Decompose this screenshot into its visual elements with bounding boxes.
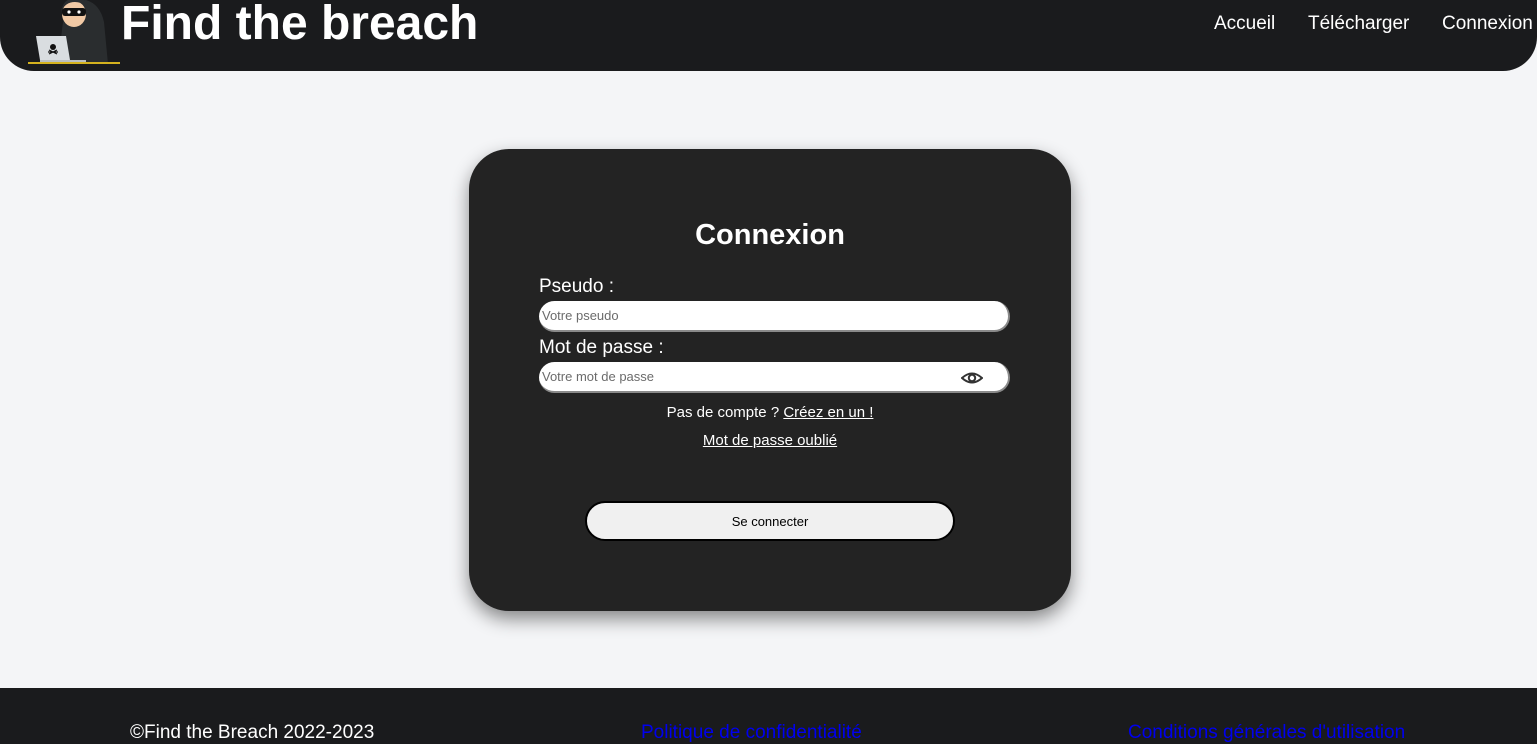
- terms-link[interactable]: Conditions générales d'utilisation: [1128, 722, 1405, 744]
- site-footer: ©Find the Breach 2022-2023 Politique de …: [0, 688, 1537, 744]
- password-input[interactable]: [539, 362, 1010, 393]
- privacy-policy-link[interactable]: Politique de confidentialité: [641, 722, 862, 744]
- hacker-logo[interactable]: [28, 0, 120, 64]
- eye-icon[interactable]: [961, 369, 983, 387]
- copyright-text: ©Find the Breach 2022-2023: [130, 722, 375, 743]
- forgot-password-line: Mot de passe oublié: [469, 432, 1071, 450]
- login-card: Connexion Pseudo : Mot de passe : Pas de…: [469, 149, 1071, 611]
- site-title: Find the breach: [121, 0, 479, 50]
- username-input[interactable]: [539, 301, 1010, 332]
- username-label: Pseudo :: [539, 276, 614, 297]
- create-account-link[interactable]: Créez en un !: [783, 404, 873, 421]
- no-account-text: Pas de compte ?: [666, 404, 784, 421]
- login-button[interactable]: Se connecter: [585, 501, 955, 541]
- nav-login[interactable]: Connexion: [1442, 13, 1533, 35]
- login-title: Connexion: [695, 219, 845, 251]
- site-header: Find the breach Accueil Télécharger Conn…: [0, 0, 1537, 71]
- forgot-password-link[interactable]: Mot de passe oublié: [703, 432, 837, 449]
- no-account-line: Pas de compte ? Créez en un !: [469, 404, 1071, 422]
- nav-home[interactable]: Accueil: [1214, 13, 1275, 35]
- password-label: Mot de passe :: [539, 337, 664, 358]
- nav-download[interactable]: Télécharger: [1308, 13, 1409, 35]
